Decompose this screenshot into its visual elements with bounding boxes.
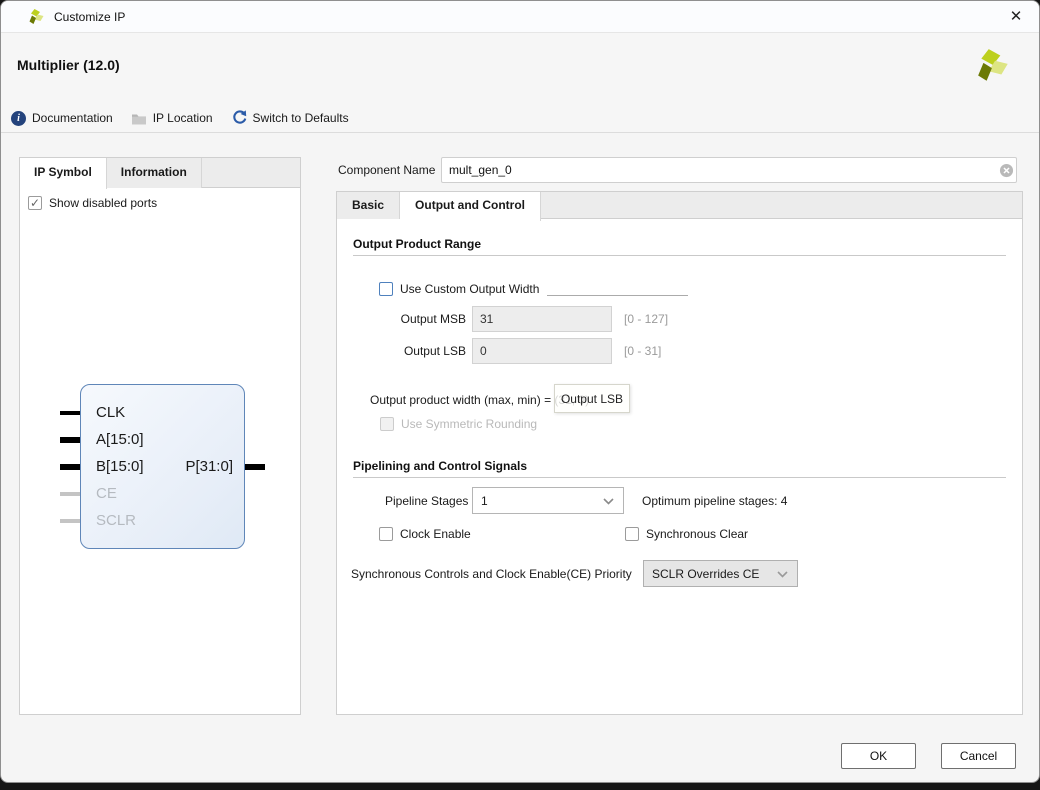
ce-port-stub: [60, 492, 80, 496]
use-symmetric-rounding-row: Use Symmetric Rounding: [380, 417, 537, 431]
ip-location-label: IP Location: [153, 111, 213, 125]
chevron-down-icon: [777, 571, 788, 578]
pipeline-stages-value: 1: [481, 494, 488, 508]
use-custom-output-width-label: Use Custom Output Width: [400, 282, 539, 296]
pipeline-stages-label: Pipeline Stages: [385, 494, 468, 508]
chevron-down-icon: [603, 498, 614, 505]
use-symmetric-rounding-label: Use Symmetric Rounding: [401, 417, 537, 431]
ip-symbol-panel: IP Symbol Information ✓ Show disabled po…: [19, 157, 301, 715]
component-name-label: Component Name: [338, 163, 435, 177]
switch-to-defaults-button[interactable]: Switch to Defaults: [231, 110, 349, 126]
pipelining-title: Pipelining and Control Signals: [353, 459, 527, 473]
show-disabled-ports-row: ✓ Show disabled ports: [28, 196, 157, 210]
a-port-stub: [60, 437, 80, 443]
refresh-icon: [231, 110, 247, 126]
output-msb-input[interactable]: [472, 306, 612, 332]
documentation-button[interactable]: i Documentation: [11, 111, 113, 126]
section-divider: [353, 255, 1006, 256]
show-disabled-ports-checkbox[interactable]: ✓: [28, 196, 42, 210]
ok-button[interactable]: OK: [841, 743, 916, 769]
component-name-input[interactable]: [441, 157, 1017, 183]
window-title: Customize IP: [54, 1, 125, 33]
pipeline-stages-select[interactable]: 1: [472, 487, 624, 514]
priority-select[interactable]: SCLR Overrides CE: [643, 560, 798, 587]
output-lsb-range: [0 - 31]: [624, 344, 661, 358]
use-custom-output-width-row: Use Custom Output Width: [379, 282, 539, 296]
synchronous-clear-checkbox[interactable]: [625, 527, 639, 541]
tab-basic[interactable]: Basic: [337, 192, 400, 220]
clock-enable-label: Clock Enable: [400, 527, 471, 541]
decorative-rule: [547, 295, 688, 296]
page-title: Multiplier (12.0): [17, 57, 120, 73]
tab-ip-symbol[interactable]: IP Symbol: [20, 158, 107, 189]
sclr-port-stub: [60, 519, 80, 523]
port-sclr: SCLR: [96, 512, 136, 529]
port-a: A[15:0]: [96, 431, 144, 448]
optimum-pipeline-text: Optimum pipeline stages: 4: [642, 494, 787, 508]
config-tabbar: Basic Output and Control: [336, 191, 1023, 219]
documentation-label: Documentation: [32, 111, 113, 125]
cancel-button[interactable]: Cancel: [941, 743, 1016, 769]
output-lsb-input[interactable]: [472, 338, 612, 364]
p-port-stub: [245, 464, 265, 470]
synchronous-clear-label: Synchronous Clear: [646, 527, 748, 541]
priority-value: SCLR Overrides CE: [652, 567, 759, 581]
section-divider: [353, 477, 1006, 478]
clear-icon[interactable]: [999, 163, 1014, 178]
ip-symbol-body: CLK A[15:0] B[15:0] CE SCLR P[31:0]: [80, 384, 245, 549]
use-custom-output-width-checkbox[interactable]: [379, 282, 393, 296]
switch-to-defaults-label: Switch to Defaults: [253, 111, 349, 125]
output-msb-label: Output MSB: [400, 312, 466, 326]
output-lsb-label: Output LSB: [400, 344, 466, 358]
port-b: B[15:0]: [96, 458, 144, 475]
output-msb-range: [0 - 127]: [624, 312, 668, 326]
show-disabled-ports-label: Show disabled ports: [49, 196, 157, 210]
tab-information[interactable]: Information: [107, 158, 202, 188]
folder-icon: [131, 112, 147, 125]
priority-label: Synchronous Controls and Clock Enable(CE…: [351, 567, 632, 581]
clock-enable-checkbox[interactable]: [379, 527, 393, 541]
close-icon[interactable]: ✕: [1003, 5, 1029, 29]
customize-ip-dialog: Customize IP ✕ Multiplier (12.0) i Docum…: [0, 0, 1040, 783]
output-and-control-content: Output Product Range Use Custom Output W…: [336, 219, 1023, 715]
b-port-stub: [60, 464, 80, 470]
port-ce: CE: [96, 485, 117, 502]
ip-symbol-diagram: CLK A[15:0] B[15:0] CE SCLR P[31:0]: [60, 384, 265, 551]
tab-output-and-control[interactable]: Output and Control: [400, 192, 541, 221]
output-lsb-tooltip: Output LSB: [554, 384, 630, 413]
use-symmetric-rounding-checkbox: [380, 417, 394, 431]
clock-enable-row: Clock Enable: [379, 527, 471, 541]
title-bar: Customize IP ✕: [1, 1, 1039, 33]
left-tabbar: IP Symbol Information: [20, 158, 300, 188]
ip-location-button[interactable]: IP Location: [131, 111, 213, 125]
port-clk: CLK: [96, 404, 125, 421]
port-p: P[31:0]: [185, 458, 233, 475]
header-toolbar: i Documentation IP Location Switch to De…: [11, 108, 349, 128]
dialog-header: Multiplier (12.0) i Documentation IP Loc…: [1, 33, 1039, 133]
info-icon: i: [11, 111, 26, 126]
output-product-range-title: Output Product Range: [353, 237, 481, 251]
synchronous-clear-row: Synchronous Clear: [625, 527, 748, 541]
clk-port-stub: [60, 411, 80, 415]
xilinx-logo-icon: [28, 8, 46, 26]
xilinx-logo-icon: [975, 47, 1013, 85]
